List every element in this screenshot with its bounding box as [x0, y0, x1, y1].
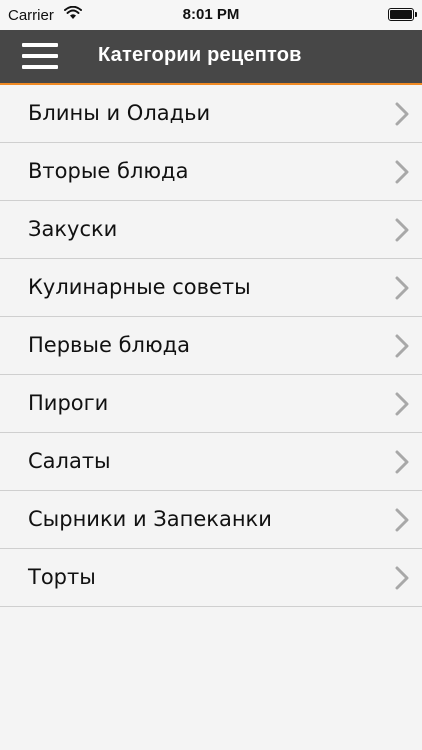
category-row[interactable]: Сырники и Запеканки: [0, 491, 422, 549]
status-time: 8:01 PM: [182, 6, 240, 23]
category-row[interactable]: Кулинарные советы: [0, 259, 422, 317]
battery-icon: [388, 8, 414, 21]
page-title: Категории рецептов: [98, 44, 302, 66]
category-label: Блины и Оладьи: [28, 101, 211, 125]
chevron-right-icon: [395, 160, 409, 184]
category-label: Вторые блюда: [28, 159, 189, 183]
category-label: Салаты: [28, 449, 111, 473]
category-label: Сырники и Запеканки: [28, 507, 272, 531]
category-label: Торты: [28, 565, 96, 589]
category-label: Первые блюда: [28, 333, 191, 357]
category-row[interactable]: Торты: [0, 549, 422, 607]
category-row[interactable]: Блины и Оладьи: [0, 85, 422, 143]
category-list: Блины и Оладьи Вторые блюда Закуски Кули…: [0, 85, 422, 607]
chevron-right-icon: [395, 508, 409, 532]
category-label: Кулинарные советы: [28, 275, 251, 299]
navigation-bar: Категории рецептов: [0, 30, 422, 85]
chevron-right-icon: [395, 334, 409, 358]
category-row[interactable]: Вторые блюда: [0, 143, 422, 201]
chevron-right-icon: [395, 566, 409, 590]
chevron-right-icon: [395, 102, 409, 126]
chevron-right-icon: [395, 276, 409, 300]
chevron-right-icon: [395, 450, 409, 474]
hamburger-menu-icon[interactable]: [22, 43, 58, 69]
chevron-right-icon: [395, 218, 409, 242]
battery-tip: [415, 12, 417, 17]
category-row[interactable]: Пироги: [0, 375, 422, 433]
category-row[interactable]: Закуски: [0, 201, 422, 259]
status-bar: Carrier 8:01 PM: [0, 0, 422, 30]
category-row[interactable]: Салаты: [0, 433, 422, 491]
chevron-right-icon: [395, 392, 409, 416]
category-label: Закуски: [28, 217, 118, 241]
category-label: Пироги: [28, 391, 109, 415]
category-row[interactable]: Первые блюда: [0, 317, 422, 375]
